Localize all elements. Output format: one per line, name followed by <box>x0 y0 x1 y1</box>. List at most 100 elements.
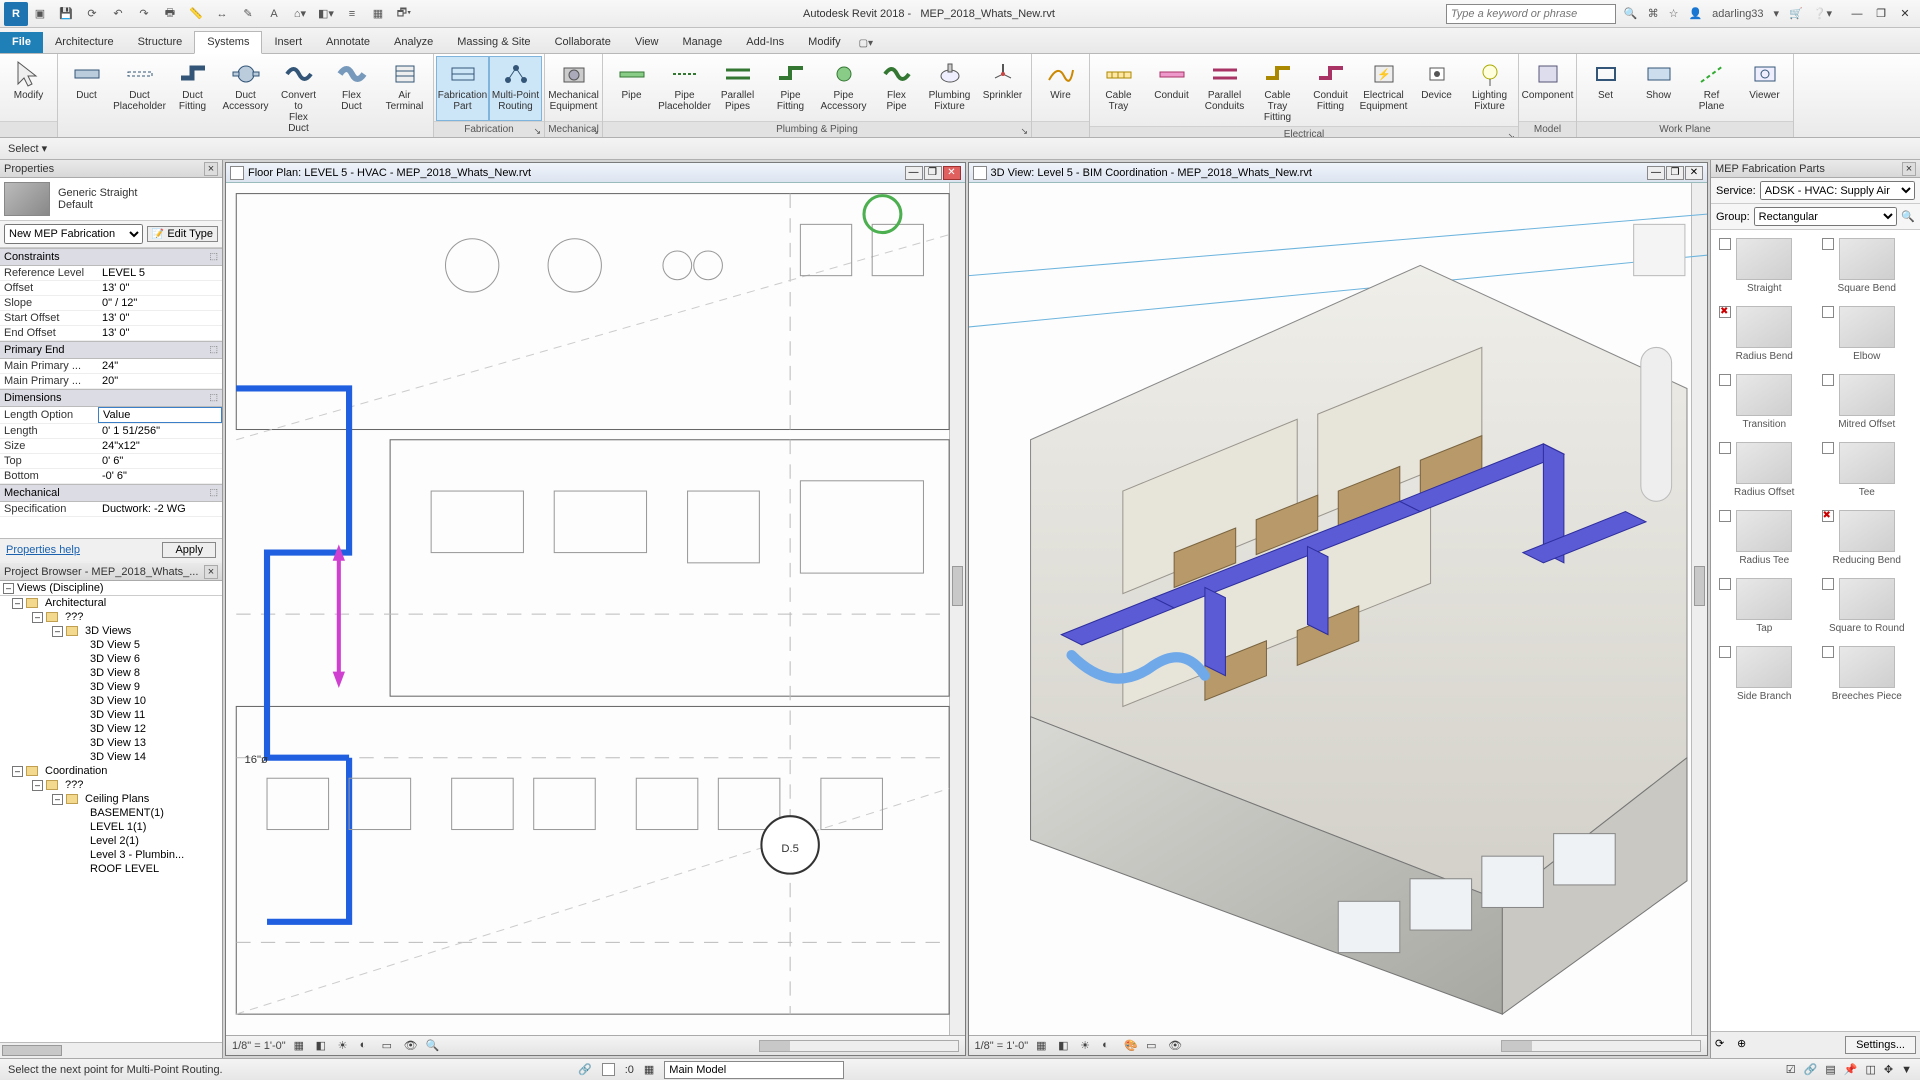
tab-massing-site[interactable]: Massing & Site <box>445 32 542 53</box>
expander-icon[interactable]: – <box>32 612 43 623</box>
ref-plane-button[interactable]: RefPlane <box>1685 56 1738 121</box>
restore-button[interactable]: ❐ <box>1870 5 1892 23</box>
part-tap[interactable]: Tap <box>1715 574 1814 638</box>
viewport-canvas-3d[interactable] <box>969 183 1708 1035</box>
browser-hscroll[interactable] <box>0 1042 222 1058</box>
part-radius-offset[interactable]: Radius Offset <box>1715 438 1814 502</box>
cart-icon[interactable]: 🛒 <box>1789 7 1803 20</box>
switch-windows-icon[interactable]: 🗗▾ <box>396 6 412 22</box>
app-logo-icon[interactable]: R <box>4 2 28 26</box>
part-checkbox[interactable] <box>1719 306 1731 318</box>
part-breeches-piece[interactable]: Breeches Piece <box>1818 642 1917 706</box>
property-row[interactable]: Size24"x12" <box>0 439 222 454</box>
tree-node[interactable]: 3D View 14 <box>0 750 222 764</box>
part-mitred-offset[interactable]: Mitred Offset <box>1818 370 1917 434</box>
user-name[interactable]: adarling33 <box>1712 8 1763 20</box>
status-checkbox[interactable] <box>602 1063 615 1076</box>
signin-icon[interactable]: ☆ <box>1669 7 1679 20</box>
pipe-accessory-button[interactable]: PipeAccessory <box>817 56 870 121</box>
fabparts-header[interactable]: MEP Fabrication Parts × <box>1711 160 1920 178</box>
part-checkbox[interactable] <box>1719 238 1731 250</box>
pipe-placeholder-button[interactable]: PipePlaceholder <box>658 56 711 121</box>
print-icon[interactable]: 🖶 <box>162 6 178 22</box>
user-icon[interactable]: 👤 <box>1688 7 1702 20</box>
part-elbow[interactable]: Elbow <box>1818 302 1917 366</box>
expander-icon[interactable]: – <box>32 780 43 791</box>
sync-icon[interactable]: ⟳ <box>84 6 100 22</box>
part-side-branch[interactable]: Side Branch <box>1715 642 1814 706</box>
instance-filter-select[interactable]: New MEP Fabrication <box>4 224 143 244</box>
viewport-header[interactable]: 3D View: Level 5 - BIM Coordination - ME… <box>969 163 1708 183</box>
tab-file[interactable]: File <box>0 32 43 53</box>
dialog-launcher-icon[interactable]: ↘ <box>591 123 599 138</box>
duct-accessory-button[interactable]: DuctAccessory <box>219 56 272 137</box>
keyshot-icon[interactable]: ⌘ <box>1648 7 1659 20</box>
fabrication-part-button[interactable]: FabricationPart <box>436 56 489 121</box>
main-model-icon[interactable]: ▦ <box>644 1063 654 1076</box>
wire-button[interactable]: Wire <box>1034 56 1087 121</box>
select-face-icon[interactable]: ◫ <box>1865 1063 1875 1076</box>
dialog-launcher-icon[interactable]: ↘ <box>1507 128 1515 138</box>
tree-node[interactable]: LEVEL 1(1) <box>0 820 222 834</box>
tab-view[interactable]: View <box>623 32 671 53</box>
editable-only-icon[interactable]: ☑ <box>1786 1063 1796 1076</box>
select-pinned-icon[interactable]: 📌 <box>1844 1063 1858 1076</box>
crop-icon[interactable]: ▭ <box>1146 1039 1160 1053</box>
service-select[interactable]: ADSK - HVAC: Supply Air <box>1760 181 1915 200</box>
part-checkbox[interactable] <box>1822 238 1834 250</box>
parallel-pipes-button[interactable]: ParallelPipes <box>711 56 764 121</box>
conduit-fitting-button[interactable]: ConduitFitting <box>1304 56 1357 126</box>
vp-maximize-button[interactable]: ❐ <box>1666 166 1684 180</box>
close-icon[interactable]: × <box>1902 162 1916 176</box>
properties-header[interactable]: Properties × <box>0 160 222 178</box>
part-checkbox[interactable] <box>1719 374 1731 386</box>
duct-fitting-button[interactable]: DuctFitting <box>166 56 219 137</box>
part-checkbox[interactable] <box>1822 578 1834 590</box>
part-checkbox[interactable] <box>1719 578 1731 590</box>
scale-label[interactable]: 1/8" = 1'-0" <box>975 1040 1029 1052</box>
type-selector[interactable]: Generic Straight Default <box>0 178 222 221</box>
part-straight[interactable]: Straight <box>1715 234 1814 298</box>
tree-node[interactable]: 3D View 11 <box>0 708 222 722</box>
project-browser-tree[interactable]: –Architectural–???–3D Views3D View 53D V… <box>0 596 222 1042</box>
modify-button[interactable]: Modify <box>2 56 55 121</box>
property-row[interactable]: Top0' 6" <box>0 454 222 469</box>
part-reducing-bend[interactable]: Reducing Bend <box>1818 506 1917 570</box>
select-underlay-icon[interactable]: ▤ <box>1825 1063 1835 1076</box>
property-row[interactable]: Start Offset13' 0" <box>0 311 222 326</box>
tree-node[interactable]: Level 2(1) <box>0 834 222 848</box>
close-hidden-icon[interactable]: ▦ <box>370 6 386 22</box>
plumbing-fixture-button[interactable]: PlumbingFixture <box>923 56 976 121</box>
expander-icon[interactable]: – <box>52 626 63 637</box>
part-transition[interactable]: Transition <box>1715 370 1814 434</box>
save-icon[interactable]: 💾 <box>58 6 74 22</box>
thin-lines-icon[interactable]: ≡ <box>344 6 360 22</box>
property-row[interactable]: Main Primary ...24" <box>0 359 222 374</box>
part-radius-tee[interactable]: Radius Tee <box>1715 506 1814 570</box>
expander-icon[interactable]: – <box>12 598 23 609</box>
browser-root[interactable]: Views (Discipline) <box>17 582 104 594</box>
part-tee[interactable]: Tee <box>1818 438 1917 502</box>
crop-icon[interactable]: ▭ <box>382 1039 396 1053</box>
measure-icon[interactable]: 📏 <box>188 6 204 22</box>
tree-node[interactable]: 3D View 9 <box>0 680 222 694</box>
part-square-bend[interactable]: Square Bend <box>1818 234 1917 298</box>
duct-button[interactable]: Duct <box>60 56 113 137</box>
tree-node[interactable]: 3D View 13 <box>0 736 222 750</box>
vp-maximize-button[interactable]: ❐ <box>924 166 942 180</box>
shadows-icon[interactable]: ◐ <box>360 1039 374 1053</box>
part-checkbox[interactable] <box>1719 646 1731 658</box>
prop-group-header[interactable]: Mechanical⬚ <box>0 484 222 502</box>
viewport-header[interactable]: Floor Plan: LEVEL 5 - HVAC - MEP_2018_Wh… <box>226 163 965 183</box>
part-checkbox[interactable] <box>1719 510 1731 522</box>
detail-level-icon[interactable]: ▦ <box>1036 1039 1050 1053</box>
lighting-fixture-button[interactable]: LightingFixture <box>1463 56 1516 126</box>
property-row[interactable]: Main Primary ...20" <box>0 374 222 389</box>
flex-duct-button[interactable]: FlexDuct <box>325 56 378 137</box>
part-checkbox[interactable] <box>1822 646 1834 658</box>
tab-manage[interactable]: Manage <box>670 32 734 53</box>
dialog-launcher-icon[interactable]: ↘ <box>1020 123 1028 138</box>
tree-node[interactable]: –3D Views <box>0 624 222 638</box>
tree-node[interactable]: Level 3 - Plumbin... <box>0 848 222 862</box>
apply-button[interactable]: Apply <box>162 542 216 558</box>
